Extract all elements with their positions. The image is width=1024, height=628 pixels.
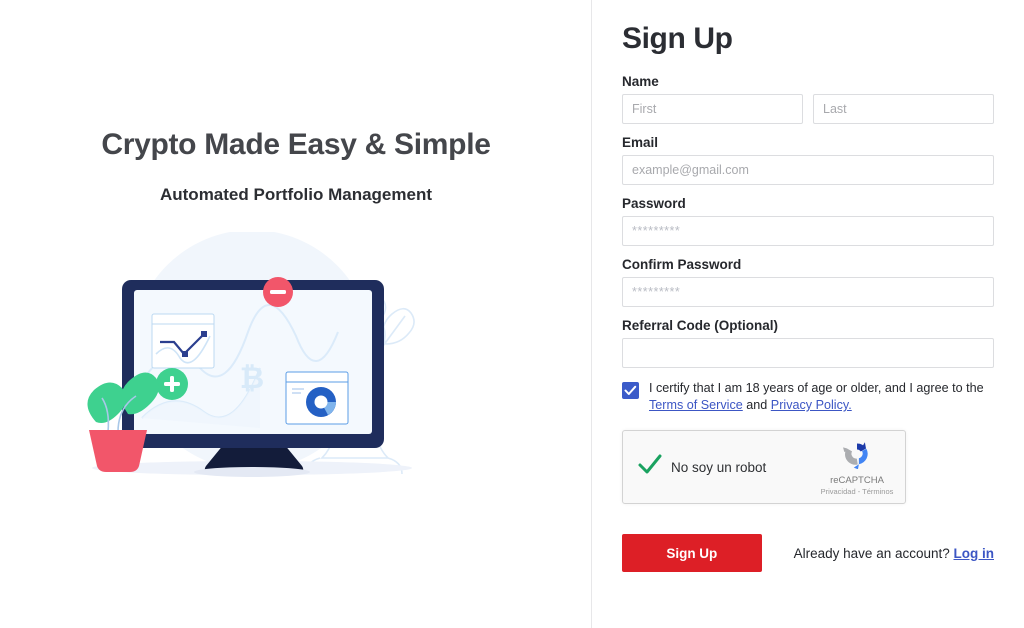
log-in-link[interactable]: Log in [954, 546, 995, 561]
bitcoin-symbol-icon: ₿ [240, 362, 264, 395]
confirm-password-field-group: Confirm Password [622, 257, 994, 307]
recaptcha-branding: reCAPTCHA Privacidad - Términos [819, 439, 895, 496]
email-field-group: Email [622, 135, 994, 185]
first-name-input[interactable] [622, 94, 803, 124]
certify-text-before: I certify that I am 18 years of age or o… [649, 381, 984, 395]
email-label: Email [622, 135, 659, 150]
referral-label: Referral Code (Optional) [622, 318, 779, 333]
referral-field-group: Referral Code (Optional) [622, 318, 994, 368]
password-input[interactable] [622, 216, 994, 246]
recaptcha-checkbox[interactable] [637, 452, 667, 483]
certify-row: I certify that I am 18 years of age or o… [622, 380, 994, 414]
add-asset-badge-icon [156, 368, 188, 400]
recaptcha-logo-icon [843, 442, 868, 470]
signup-form-panel: Sign Up Name Email Password Confirm Pass… [592, 0, 1024, 628]
confirm-password-input[interactable] [622, 277, 994, 307]
crypto-dashboard-illustration: ₿ [87, 232, 415, 477]
hero-title: Crypto Made Easy & Simple [101, 128, 491, 161]
certify-text: I certify that I am 18 years of age or o… [649, 380, 994, 414]
signup-submit-button[interactable]: Sign Up [622, 534, 762, 572]
name-field-group: Name [622, 74, 994, 124]
donut-chart-card-icon [285, 371, 349, 425]
privacy-policy-link[interactable]: Privacy Policy. [771, 398, 852, 412]
login-prompt-text: Already have an account? [793, 545, 954, 561]
recaptcha-widget[interactable]: No soy un robot reCAPTCHA Privacidad - T… [622, 430, 906, 504]
terms-of-service-link[interactable]: Terms of Service [649, 398, 743, 412]
certify-text-between: and [742, 398, 771, 412]
signup-page: Crypto Made Easy & Simple Automated Port… [0, 0, 1024, 628]
green-check-icon [638, 454, 662, 473]
recaptcha-legal-text: Privacidad - Términos [820, 487, 894, 496]
login-prompt: Already have an account? Log in [794, 546, 994, 561]
referral-input[interactable] [622, 338, 994, 368]
password-label: Password [622, 196, 686, 211]
remove-asset-badge-icon [263, 277, 293, 307]
recaptcha-brand-name: reCAPTCHA [830, 475, 884, 486]
line-chart-card-icon [151, 313, 215, 369]
check-icon [624, 385, 637, 395]
recaptcha-label: No soy un robot [671, 459, 767, 475]
marketing-panel: Crypto Made Easy & Simple Automated Port… [0, 0, 592, 628]
last-name-input[interactable] [813, 94, 994, 124]
confirm-password-label: Confirm Password [622, 257, 742, 272]
name-label: Name [622, 74, 659, 89]
email-input[interactable] [622, 155, 994, 185]
certify-checkbox[interactable] [622, 382, 639, 399]
page-title: Sign Up [622, 22, 733, 55]
password-field-group: Password [622, 196, 994, 246]
form-actions: Sign Up Already have an account? Log in [622, 534, 994, 572]
hero-subtitle: Automated Portfolio Management [159, 185, 432, 204]
